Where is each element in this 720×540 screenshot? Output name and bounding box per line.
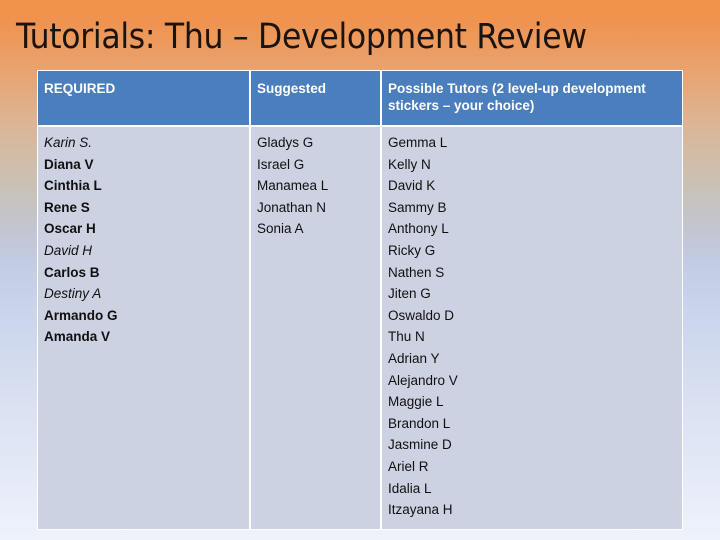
table-header-row: REQUIRED Suggested Possible Tutors (2 le…: [37, 70, 683, 126]
list-item: Destiny A: [44, 286, 102, 302]
list-item: Thu N: [388, 329, 425, 345]
list-item: Oscar H: [44, 221, 96, 237]
list-item: Jasmine D: [388, 437, 452, 453]
list-item: Karin S.: [44, 135, 93, 150]
column-header-suggested: Suggested: [250, 70, 381, 126]
table-row: Karin S. Diana V Cinthia L Rene S Oscar H Dav…: [37, 126, 683, 530]
list-item: Anthony L: [388, 221, 449, 237]
slide-canvas: Tutorials: Thu – Development Review REQU…: [0, 0, 720, 540]
list-item: Amanda V: [44, 329, 111, 345]
page-title: Tutorials: Thu – Development Review: [16, 17, 587, 57]
list-item: Brandon L: [388, 415, 451, 431]
list-item: Armando G: [44, 307, 118, 323]
roster-table: REQUIRED Suggested Possible Tutors (2 le…: [37, 70, 683, 530]
list-item: Idalia L: [388, 480, 432, 496]
list-item: Itzayana H: [388, 502, 453, 518]
list-item: Ariel R: [388, 458, 429, 474]
list-item: David K: [388, 178, 436, 194]
list-item: Israel G: [257, 156, 305, 172]
list-item: Gladys G: [257, 135, 314, 150]
list-item: Sammy B: [388, 199, 447, 215]
list-item: Oswaldo D: [388, 307, 455, 323]
list-item: Jiten G: [388, 286, 431, 302]
column-header-required: REQUIRED: [37, 70, 250, 126]
table-body: Karin S. Diana V Cinthia L Rene S Oscar H Dav…: [37, 126, 683, 530]
list-item: Kelly N: [388, 156, 431, 172]
list-item: Sonia A: [257, 221, 304, 237]
list-item: Diana V: [44, 156, 94, 172]
list-item: Maggie L: [388, 394, 444, 410]
list-item: Ricky G: [388, 242, 436, 258]
list-item: Nathen S: [388, 264, 445, 280]
list-item: Alejandro V: [388, 372, 458, 388]
cell-suggested-names: Gladys G Israel G Manamea L Jonathan N Sonia…: [250, 126, 381, 530]
column-header-possible-tutors: Possible Tutors (2 level-up development …: [381, 70, 683, 126]
list-item: Gemma L: [388, 135, 448, 150]
list-item: Cinthia L: [44, 178, 102, 194]
list-item: Carlos B: [44, 264, 100, 280]
cell-required-names: Karin S. Diana V Cinthia L Rene S Oscar H Dav…: [37, 126, 250, 530]
list-item: Manamea L: [257, 178, 329, 194]
name-list-possible-tutors: Gemma L Kelly N David K Sammy B Anthony L Ric…: [388, 132, 676, 521]
list-item: Rene S: [44, 199, 90, 215]
list-item: David H: [44, 242, 93, 258]
roster-table-container: REQUIRED Suggested Possible Tutors (2 le…: [37, 70, 683, 530]
list-item: Adrian Y: [388, 350, 440, 366]
name-list-required: Karin S. Diana V Cinthia L Rene S Oscar H Dav…: [44, 132, 243, 348]
table-header: REQUIRED Suggested Possible Tutors (2 le…: [37, 70, 683, 126]
cell-possible-tutors-names: Gemma L Kelly N David K Sammy B Anthony L Ric…: [381, 126, 683, 530]
name-list-suggested: Gladys G Israel G Manamea L Jonathan N Sonia…: [257, 132, 374, 240]
list-item: Jonathan N: [257, 199, 327, 215]
